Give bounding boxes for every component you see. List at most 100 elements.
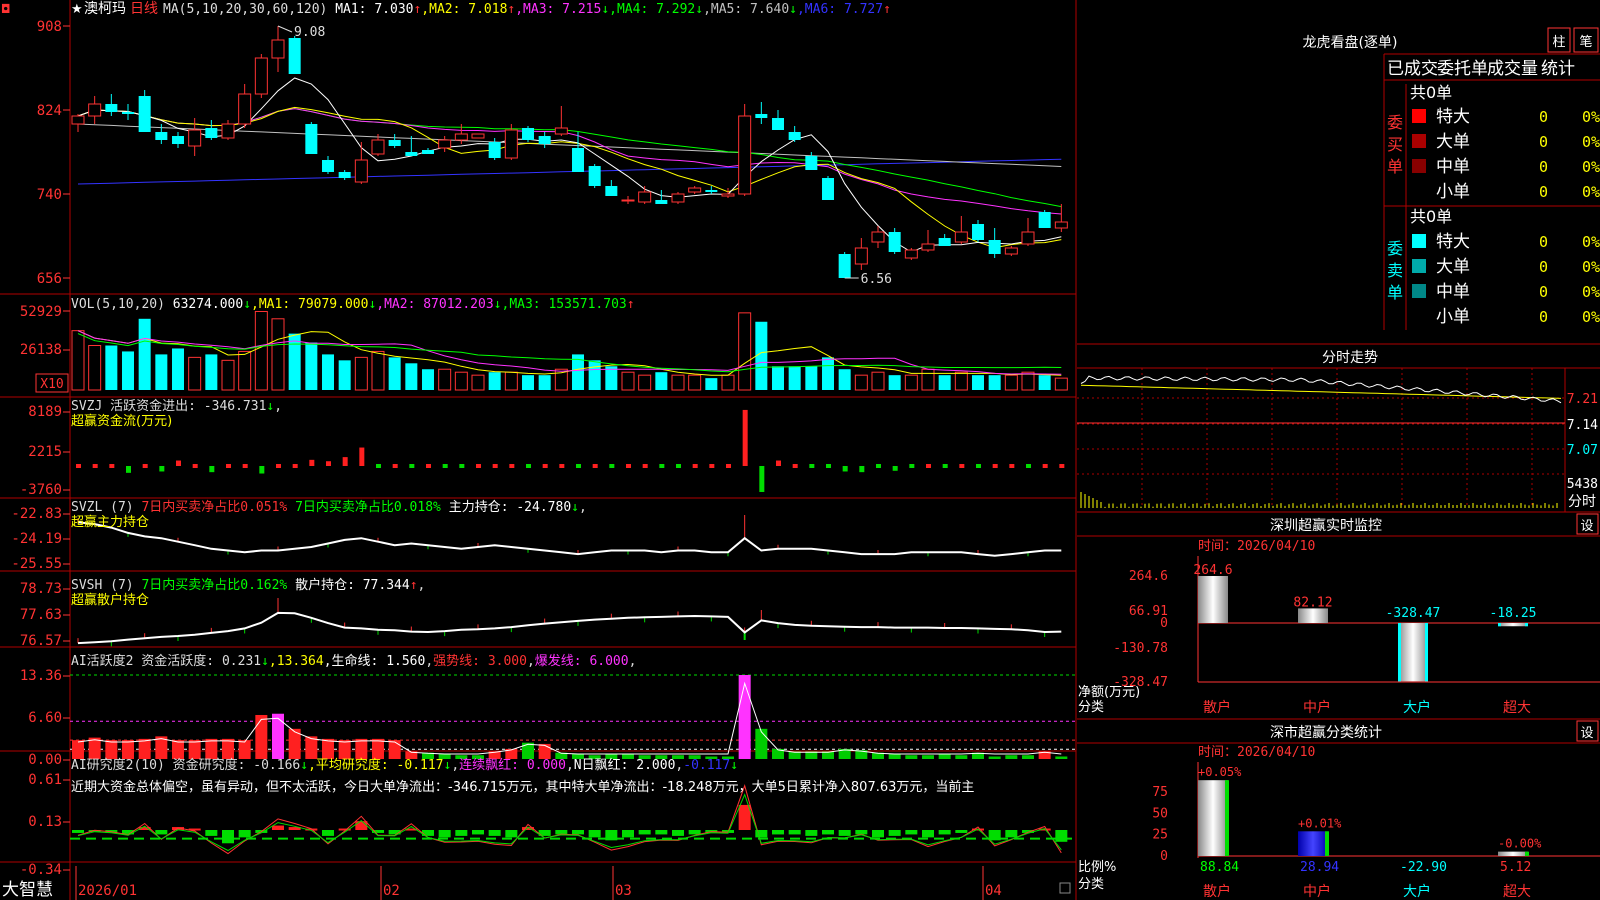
fund-flow-bar [142, 464, 148, 468]
fund-flow-bar [359, 447, 365, 466]
sell-row-label: 中单 [1436, 282, 1470, 302]
candle-body-down [288, 38, 301, 74]
fund-flow-bar [692, 464, 698, 468]
intraday-price-label: 7.14 [1567, 418, 1598, 433]
fund-flow-bar [926, 464, 931, 468]
volume-bar-down [522, 375, 534, 390]
candle-body-down [405, 152, 418, 156]
research-bar [738, 804, 751, 830]
volume-bar-down [705, 378, 718, 390]
research-bar [1055, 830, 1068, 842]
sh-stats-time: 时间：2026/04/10 [1198, 745, 1315, 760]
candle-body-down [1038, 212, 1051, 228]
candle-body-down [705, 190, 718, 192]
candle-body-down [572, 148, 584, 172]
sz-monitor-tick: 0 [1160, 616, 1168, 631]
fund-flow-bar [376, 464, 381, 468]
volume-bar-down [788, 366, 801, 390]
volume-bar-up [371, 350, 385, 391]
volume-bar-down [138, 318, 151, 390]
research-bar [455, 830, 468, 836]
sh-stats-bar [1198, 780, 1228, 856]
fund-flow-bar [576, 464, 581, 468]
fund-flow-bar [642, 464, 648, 468]
activity-bar [905, 755, 918, 759]
fund-flow-bar [326, 461, 331, 466]
sh-stats-bottom-label: -22.90 [1400, 860, 1447, 875]
order-tab[interactable]: 统计 [1541, 59, 1575, 79]
fund-flow-bar [776, 460, 781, 466]
volume-bar-up [738, 312, 752, 391]
volume-bar-down [422, 369, 434, 390]
svzl-header-part: 7日内买卖净占比0.051% [141, 499, 287, 515]
fund-flow-bar [259, 466, 265, 474]
vol-header-part: ,MA3: 153571.703 [502, 297, 627, 312]
svzl-tick-label: -24.19 [11, 531, 62, 547]
fund-flow-bar [826, 464, 831, 468]
candle-body-down [388, 140, 401, 146]
volume-bar-up [238, 350, 252, 391]
candle-body-down [155, 132, 168, 140]
high-annotation-line [277, 25, 293, 33]
candle-body-up [921, 243, 935, 251]
ai-research-header-part: , [451, 758, 459, 773]
fund-flow-bar [709, 464, 715, 468]
price-tick-label: 656 [37, 271, 62, 287]
activity-bar [1055, 756, 1068, 759]
fund-flow-bar [426, 464, 431, 468]
activity-bar [338, 740, 351, 759]
candle-body-down [122, 112, 134, 114]
fund-flow-bar [976, 464, 981, 468]
vol-header-part: VOL(5,10,20) [71, 297, 165, 312]
fund-flow-bar [559, 464, 565, 468]
order-tab[interactable]: 已成交 [1387, 59, 1438, 79]
sz-monitor-category: 超大 [1503, 700, 1531, 716]
svsh-header-part: 7日内买卖净占比0.162% [141, 577, 287, 593]
svsh-header-part: ↑ [410, 578, 418, 593]
fund-flow-bar [742, 409, 748, 466]
sell-row-count: 0 [1539, 233, 1548, 251]
research-bar [638, 830, 651, 835]
ai-active-header-part: 爆发线: 6.000 [535, 653, 629, 669]
research-bar [238, 830, 251, 838]
buy-orders-label-char: 买 [1387, 135, 1403, 154]
research-comment: 近期大资金总体偏空，虽有异动，但不太活跃，今日大单净流出：-346.715万元，… [71, 779, 974, 795]
research-bar [355, 821, 368, 830]
candle-body-down [972, 224, 984, 240]
candle-body-down [488, 142, 501, 158]
candle-body-up [721, 193, 735, 197]
sell-swatch [1412, 284, 1426, 298]
fund-flow-bar [959, 464, 965, 468]
research-bar [788, 830, 801, 835]
sz-monitor-bar [1298, 608, 1328, 623]
svzj-header-part: ↓ [266, 399, 274, 414]
research-bar [505, 830, 518, 838]
ai-research-header-part: ,平均研究度: -0.117 [308, 757, 443, 773]
candle-body-down [522, 128, 534, 140]
period-label[interactable]: 日线 [130, 1, 158, 17]
sh-stats-bar-edge [1225, 780, 1229, 856]
volume-bar-up [188, 356, 202, 391]
research-bar [322, 830, 334, 836]
svsh-subtitle: 超赢散户持仓 [71, 592, 149, 608]
order-tab[interactable]: 委托单 [1437, 59, 1488, 79]
candle-body-up [738, 115, 752, 195]
candle-body-down [655, 200, 668, 204]
order-tab[interactable]: 成交量 [1487, 59, 1538, 79]
volume-bar-up [354, 356, 368, 391]
activity-bar [222, 738, 234, 759]
ai-active-tick-label: 13.36 [20, 668, 62, 684]
fund-flow-bar [509, 464, 515, 468]
sz-monitor-category: 中户 [1303, 699, 1331, 716]
activity-bar [255, 714, 268, 759]
fund-flow-bar [76, 464, 81, 468]
svzj-subtitle: 超赢资金流(万元) [71, 413, 172, 429]
ma-header-part: ↓ [601, 2, 609, 17]
sz-monitor-ylabel: 净额(万元) [1078, 685, 1140, 700]
stock-terminal: 908 824 740 656 9.08 6.56 ◘ ★ 澳柯玛 日线 MA(5,10,20,30… [0, 0, 1600, 900]
volume-bar-up [1004, 374, 1018, 391]
sell-swatch [1412, 259, 1426, 273]
volume-bar-down [388, 357, 401, 390]
candle-body-up [1021, 231, 1035, 245]
fund-flow-bar [842, 466, 848, 472]
